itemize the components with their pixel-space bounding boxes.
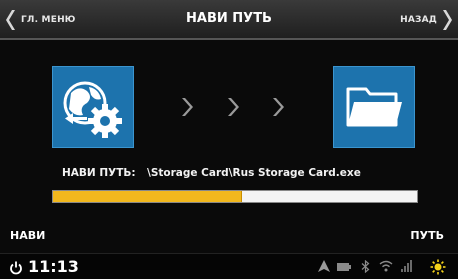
- wifi-icon: [379, 260, 393, 272]
- back-label: НАЗАД: [400, 15, 437, 25]
- path-value: \Storage Card\Rus Storage Card.exe: [147, 167, 361, 179]
- signal-icon: [401, 260, 412, 272]
- folder-icon: [346, 87, 402, 127]
- brightness-icon[interactable]: [430, 259, 446, 275]
- folder-tile[interactable]: [333, 66, 415, 148]
- navi-app-tile[interactable]: [52, 66, 134, 148]
- navi-button[interactable]: НАВИ: [10, 229, 45, 242]
- globe-gear-icon: [63, 81, 122, 138]
- path-label: НАВИ ПУТЬ:: [62, 167, 136, 179]
- page-title: НАВИ ПУТЬ: [186, 11, 272, 26]
- progress-bar: [52, 190, 418, 203]
- path-row: НАВИ ПУТЬ: \Storage Card\Rus Storage Card…: [62, 167, 361, 179]
- top-bar: ГЛ. МЕНЮ НАВИ ПУТЬ НАЗАД: [0, 0, 458, 40]
- chevron-right-icon: [228, 98, 239, 116]
- progress-fill: [53, 191, 243, 202]
- chevron-right-icon: [273, 98, 284, 116]
- navigation-icon: [318, 260, 330, 272]
- power-icon[interactable]: [9, 261, 23, 275]
- path-button[interactable]: ПУТЬ: [410, 229, 444, 242]
- status-bar: 11:13: [0, 253, 458, 279]
- clock: 11:13: [28, 257, 79, 276]
- chevron-right-icon: [182, 98, 193, 116]
- chevron-right-icon: [443, 10, 452, 30]
- battery-icon: [337, 263, 351, 271]
- back-button[interactable]: НАЗАД: [400, 8, 452, 32]
- bluetooth-icon: [361, 260, 370, 273]
